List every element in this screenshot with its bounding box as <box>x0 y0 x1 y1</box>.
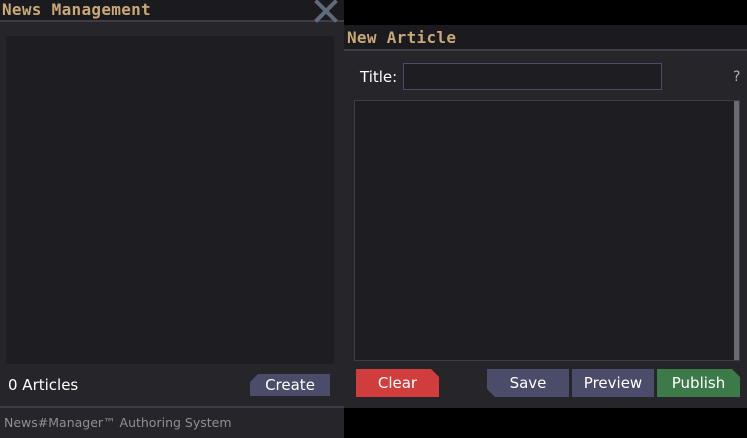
help-icon[interactable]: ? <box>733 69 740 85</box>
create-button[interactable]: Create <box>250 374 330 396</box>
footer-text: News#Manager™ Authoring System <box>4 415 232 430</box>
news-management-titlebar[interactable]: News Management <box>0 0 344 23</box>
title-input[interactable] <box>403 63 662 90</box>
window-title: New Article <box>347 28 457 47</box>
new-article-titlebar[interactable]: New Article <box>344 25 747 51</box>
save-button[interactable]: Save <box>487 369 569 397</box>
publish-button[interactable]: Publish <box>657 369 740 397</box>
body-scrollbar[interactable] <box>734 101 739 360</box>
close-icon[interactable] <box>314 0 338 23</box>
clear-button[interactable]: Clear <box>356 369 439 397</box>
article-count: 0 Articles <box>8 376 79 394</box>
title-field-label: Title: <box>360 68 398 86</box>
news-management-window: News Management 0 Articles Create News#M… <box>0 0 344 438</box>
article-body-textarea[interactable] <box>354 100 740 361</box>
window-title: News Management <box>2 0 151 19</box>
article-list[interactable] <box>6 36 334 364</box>
footer-bar: News#Manager™ Authoring System <box>0 406 344 438</box>
new-article-window: New Article Title: ? Clear Save Preview … <box>344 25 747 408</box>
preview-button[interactable]: Preview <box>572 369 654 397</box>
